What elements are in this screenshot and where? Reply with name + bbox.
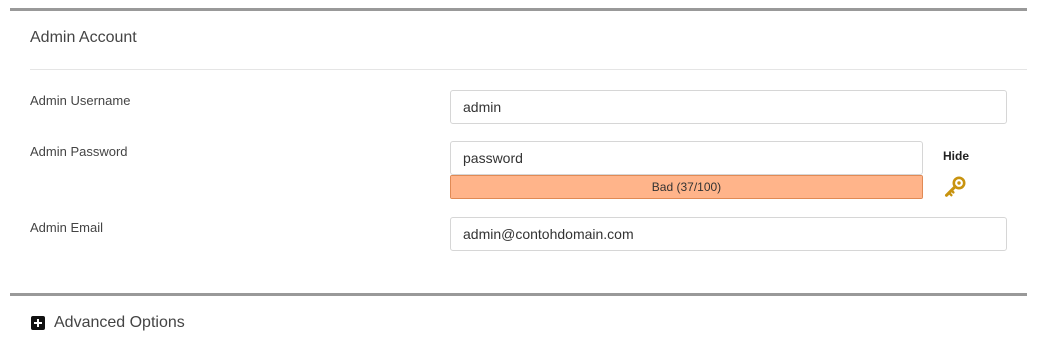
- hide-password-link[interactable]: Hide: [943, 149, 969, 163]
- advanced-options-divider: [10, 293, 1027, 296]
- password-strength-text: Bad (37/100): [651, 180, 722, 194]
- admin-password-input[interactable]: [450, 141, 923, 175]
- advanced-options-label: Advanced Options: [54, 314, 185, 331]
- key-icon[interactable]: [943, 175, 967, 199]
- advanced-options-toggle[interactable]: Advanced Options: [31, 314, 185, 332]
- admin-account-panel: Admin Account Admin Username Admin Passw…: [10, 8, 1027, 271]
- plus-square-icon: [31, 316, 45, 330]
- admin-username-label: Admin Username: [30, 93, 131, 108]
- password-strength-meter: Bad (37/100): [450, 175, 923, 199]
- admin-email-input[interactable]: [450, 217, 1007, 251]
- admin-email-label: Admin Email: [30, 220, 103, 235]
- section-title: Admin Account: [30, 29, 137, 46]
- admin-password-label: Admin Password: [30, 144, 128, 159]
- section-divider: [30, 69, 1027, 70]
- admin-username-input[interactable]: [450, 90, 1007, 124]
